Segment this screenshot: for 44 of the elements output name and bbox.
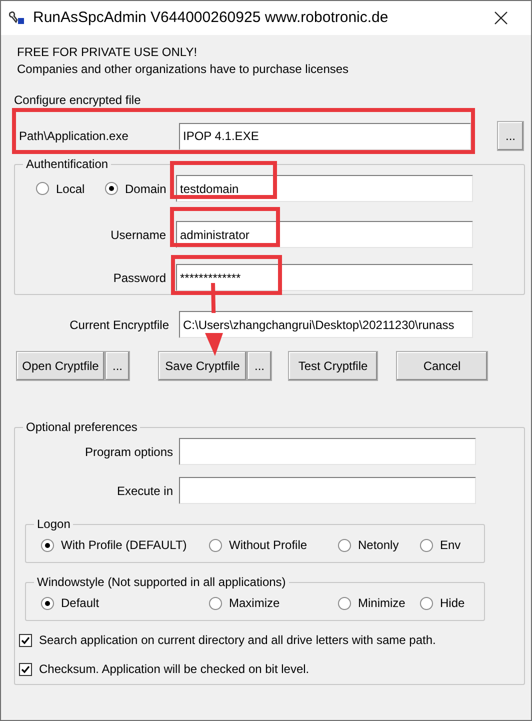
radio-button[interactable]: With Profile (DEFAULT): [41, 536, 209, 554]
field-label: Password: [112, 270, 166, 286]
group-label: Optional preferences: [25, 420, 138, 435]
radio-button[interactable]: Maximize: [209, 594, 338, 612]
browse-button[interactable]: ...: [105, 351, 130, 381]
radio-button[interactable]: Default: [41, 594, 209, 612]
group-label: Authentification: [25, 157, 110, 172]
radio-button[interactable]: Minimize: [338, 594, 420, 612]
field-label: Execute in: [116, 482, 173, 500]
notice-text: Companies and other organizations have to purchase licenses: [17, 61, 350, 78]
group-label: Logon: [36, 517, 72, 532]
close-icon[interactable]: [493, 10, 509, 26]
app-icon: [9, 10, 27, 26]
action-button[interactable]: Open Cryptfile: [16, 351, 105, 381]
checkbox-icon[interactable]: [19, 662, 32, 676]
action-button[interactable]: Test Cryptfile: [288, 351, 378, 381]
field-label: Path\Application.exe: [18, 128, 130, 145]
action-button[interactable]: Save Cryptfile: [158, 351, 247, 381]
group-label: Windowstyle (Not supported in all applications): [36, 575, 287, 590]
field-label: Program options: [84, 444, 173, 460]
input-field[interactable]: [179, 438, 476, 465]
window-title: RunAsSpcAdmin V644000260925 www.robotronic.de: [33, 8, 390, 28]
radio-button[interactable]: Env: [420, 536, 475, 554]
input-field[interactable]: testdomain: [176, 175, 473, 202]
input-field[interactable]: C:\Users\zhangchangrui\Desktop\20211230\runass: [179, 311, 473, 338]
field-label: Username: [110, 226, 166, 244]
action-button[interactable]: Cancel: [396, 351, 488, 381]
input-field[interactable]: *************: [176, 264, 473, 291]
input-field[interactable]: [179, 477, 476, 504]
checkbox[interactable]: Checksum. Application will be checked on bit level.: [19, 660, 524, 678]
browse-button[interactable]: ...: [247, 351, 272, 381]
input-field[interactable]: IPOP 4.1.EXE: [179, 122, 471, 150]
radio-button[interactable]: Domain: [105, 180, 166, 198]
radio-button[interactable]: Netonly: [338, 536, 420, 554]
notice-text: FREE FOR PRIVATE USE ONLY!: [17, 44, 198, 61]
radio-button[interactable]: Hide: [420, 594, 475, 612]
section-heading: Configure encrypted file: [14, 92, 142, 109]
checkbox-icon[interactable]: [19, 634, 32, 646]
field-label: Current Encryptfile: [68, 316, 169, 334]
radio-button[interactable]: Local: [36, 180, 105, 198]
radio-button[interactable]: Without Profile: [209, 536, 338, 554]
browse-button[interactable]: ...: [497, 121, 524, 151]
checkbox[interactable]: Search application on current directory and all drive letters with same path.: [19, 631, 524, 649]
input-field[interactable]: administrator: [176, 221, 473, 248]
